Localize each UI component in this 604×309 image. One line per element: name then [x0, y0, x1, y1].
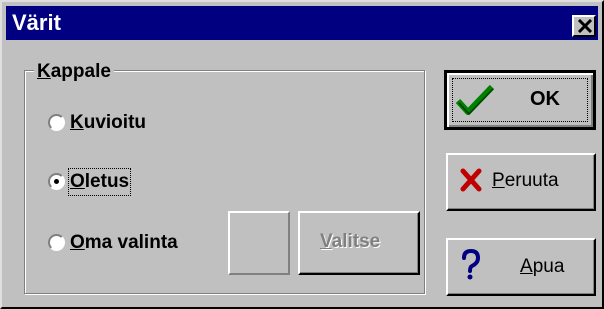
radio-oma-valinta-indicator[interactable]	[48, 234, 65, 251]
cancel-label: Peruuta	[492, 170, 559, 191]
ok-label: OK	[530, 88, 560, 110]
help-label: Apua	[520, 256, 565, 277]
red-x-icon	[460, 168, 482, 192]
radio-kuvioitu-indicator[interactable]	[48, 114, 65, 131]
valitse-button[interactable]: Valitse	[298, 211, 420, 275]
title-bar[interactable]: Värit	[6, 6, 598, 40]
radio-oletus-indicator[interactable]	[48, 173, 65, 190]
color-swatch	[228, 211, 290, 275]
radio-kuvioitu-label[interactable]: Kuvioitu	[70, 111, 146, 135]
close-button[interactable]	[572, 15, 596, 37]
question-mark-icon	[462, 248, 481, 280]
cancel-button[interactable]: Peruuta	[446, 153, 596, 211]
radio-oma-valinta-label[interactable]: Oma valinta	[70, 231, 178, 255]
close-x-icon	[577, 19, 593, 33]
checkmark-icon	[455, 84, 495, 116]
valitse-label: Valitse	[320, 231, 381, 252]
radio-oletus-label[interactable]: Oletus	[67, 168, 132, 196]
help-button[interactable]: Apua	[446, 238, 596, 296]
group-label: Kappale	[34, 60, 114, 84]
ok-button[interactable]: OK	[444, 70, 596, 130]
window-title: Värit	[12, 10, 61, 35]
